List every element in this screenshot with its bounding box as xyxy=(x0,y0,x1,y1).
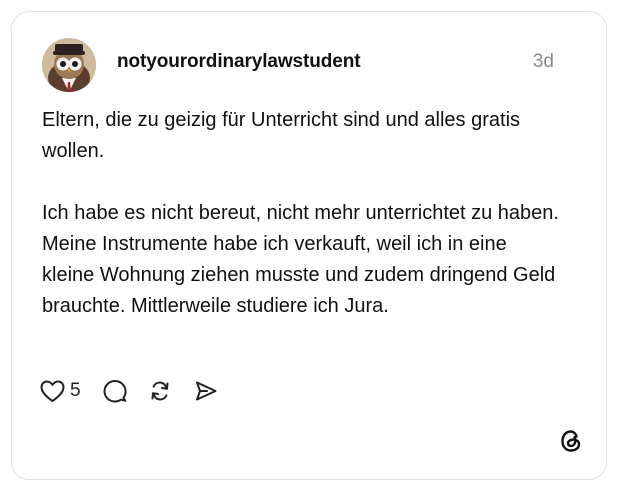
heart-icon xyxy=(40,380,65,402)
comment-button[interactable] xyxy=(103,379,127,403)
post-timestamp: 3d xyxy=(532,51,554,72)
send-icon xyxy=(195,381,217,401)
repost-icon xyxy=(151,381,169,401)
owl-avatar-icon xyxy=(42,38,96,92)
comment-icon xyxy=(103,380,127,403)
username[interactable]: notyourordinarylawstudent xyxy=(117,51,361,73)
share-button[interactable] xyxy=(194,379,218,403)
like-count: 5 xyxy=(70,380,81,401)
like-button[interactable]: 5 xyxy=(40,380,81,403)
avatar[interactable] xyxy=(42,38,96,92)
action-bar: 5 xyxy=(40,378,218,404)
post-paragraph: Ich habe es nicht bereut, nicht mehr unt… xyxy=(42,202,559,317)
post-text: Eltern, die zu geizig für Unterricht sin… xyxy=(42,105,562,322)
post-paragraph: Eltern, die zu geizig für Unterricht sin… xyxy=(42,109,521,162)
threads-logo-icon xyxy=(561,430,581,452)
threads-logo xyxy=(557,427,585,455)
repost-button[interactable] xyxy=(148,379,172,403)
